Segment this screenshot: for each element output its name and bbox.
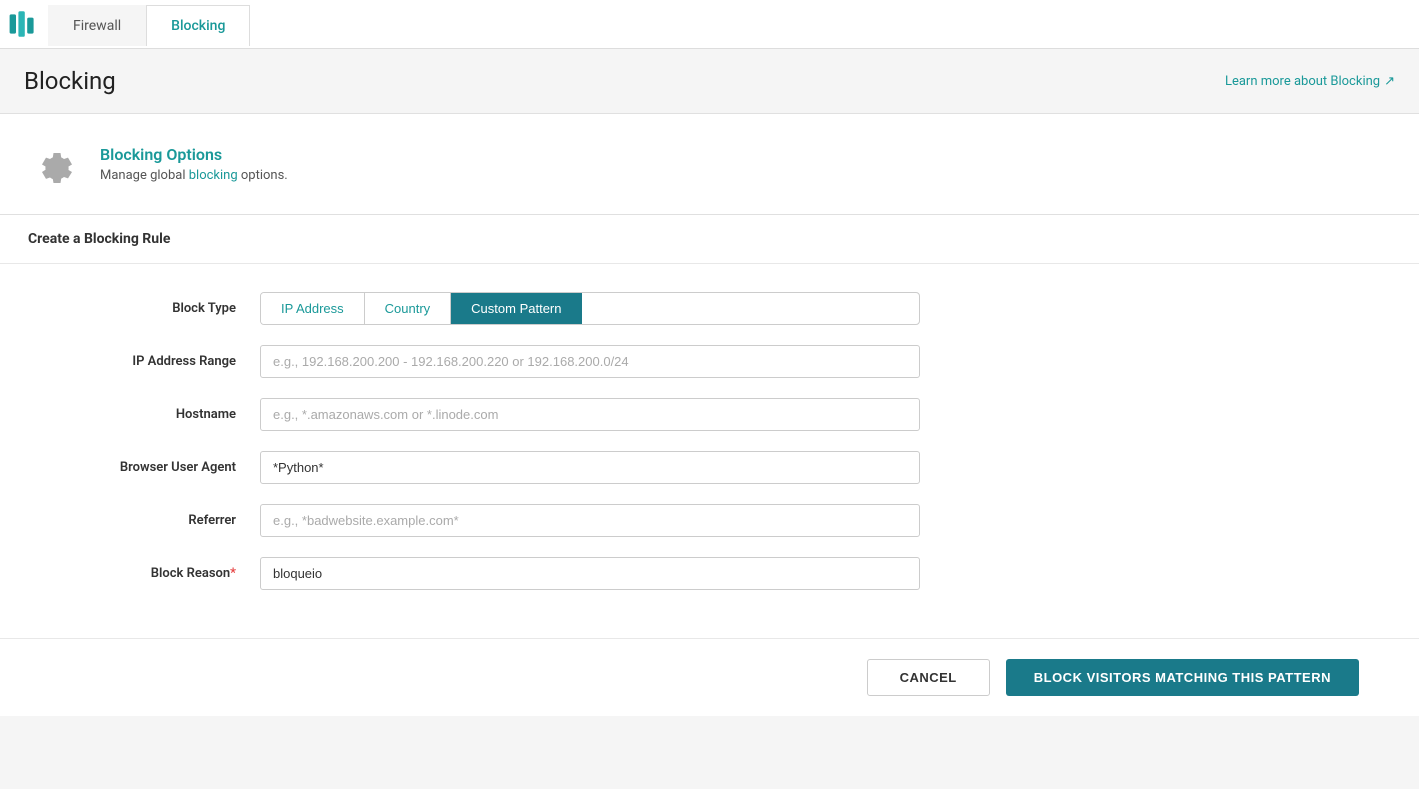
- browser-user-agent-row: Browser User Agent: [60, 451, 1359, 484]
- blocking-options-text: Blocking Options Manage global blocking …: [100, 145, 288, 183]
- blocking-options-card: Blocking Options Manage global blocking …: [0, 114, 1419, 215]
- block-reason-input-wrap: [260, 557, 920, 590]
- blocking-options-desc: Manage global blocking options.: [100, 168, 288, 183]
- ip-address-input[interactable]: [260, 345, 920, 378]
- block-reason-input[interactable]: [260, 557, 920, 590]
- hostname-label: Hostname: [60, 398, 260, 422]
- block-type-group: IP Address Country Custom Pattern: [260, 292, 920, 325]
- block-type-custom-pattern[interactable]: Custom Pattern: [451, 293, 581, 324]
- hostname-input[interactable]: [260, 398, 920, 431]
- browser-user-agent-input[interactable]: [260, 451, 920, 484]
- block-reason-row: Block Reason*: [60, 557, 1359, 590]
- blocking-options-title: Blocking Options: [100, 145, 288, 164]
- browser-user-agent-input-wrap: [260, 451, 920, 484]
- page-title: Blocking: [24, 67, 116, 95]
- external-link-icon: ↗: [1384, 74, 1395, 89]
- tab-firewall[interactable]: Firewall: [48, 5, 146, 46]
- form-area: Block Type IP Address Country Custom Pat…: [0, 264, 1419, 638]
- tab-bar: Firewall Blocking: [0, 0, 1419, 49]
- required-asterisk: *: [230, 566, 236, 581]
- gear-icon: [28, 138, 80, 190]
- referrer-label: Referrer: [60, 504, 260, 528]
- hostname-row: Hostname: [60, 398, 1359, 431]
- ip-address-row: IP Address Range: [60, 345, 1359, 378]
- form-footer: CANCEL BLOCK VISITORS MATCHING THIS PATT…: [0, 638, 1419, 716]
- block-type-group-wrap: IP Address Country Custom Pattern: [260, 292, 920, 325]
- ip-address-label: IP Address Range: [60, 345, 260, 369]
- block-type-country[interactable]: Country: [365, 293, 452, 324]
- block-visitors-button[interactable]: BLOCK VISITORS MATCHING THIS PATTERN: [1006, 659, 1359, 696]
- main-content: Blocking Learn more about Blocking ↗ Blo…: [0, 49, 1419, 789]
- create-blocking-rule-card: Create a Blocking Rule Block Type IP Add…: [0, 215, 1419, 716]
- create-blocking-rule-title: Create a Blocking Rule: [0, 215, 1419, 264]
- app-logo: [0, 0, 48, 48]
- page-header: Blocking Learn more about Blocking ↗: [0, 49, 1419, 114]
- tab-blocking[interactable]: Blocking: [146, 5, 250, 46]
- block-type-row: Block Type IP Address Country Custom Pat…: [60, 292, 1359, 325]
- ip-address-input-wrap: [260, 345, 920, 378]
- hostname-input-wrap: [260, 398, 920, 431]
- block-type-ip-address[interactable]: IP Address: [261, 293, 365, 324]
- cancel-button[interactable]: CANCEL: [867, 659, 990, 696]
- block-type-label: Block Type: [60, 292, 260, 316]
- referrer-input-wrap: [260, 504, 920, 537]
- referrer-input[interactable]: [260, 504, 920, 537]
- learn-more-link[interactable]: Learn more about Blocking ↗: [1225, 74, 1395, 89]
- browser-user-agent-label: Browser User Agent: [60, 451, 260, 475]
- referrer-row: Referrer: [60, 504, 1359, 537]
- block-reason-label: Block Reason*: [60, 557, 260, 581]
